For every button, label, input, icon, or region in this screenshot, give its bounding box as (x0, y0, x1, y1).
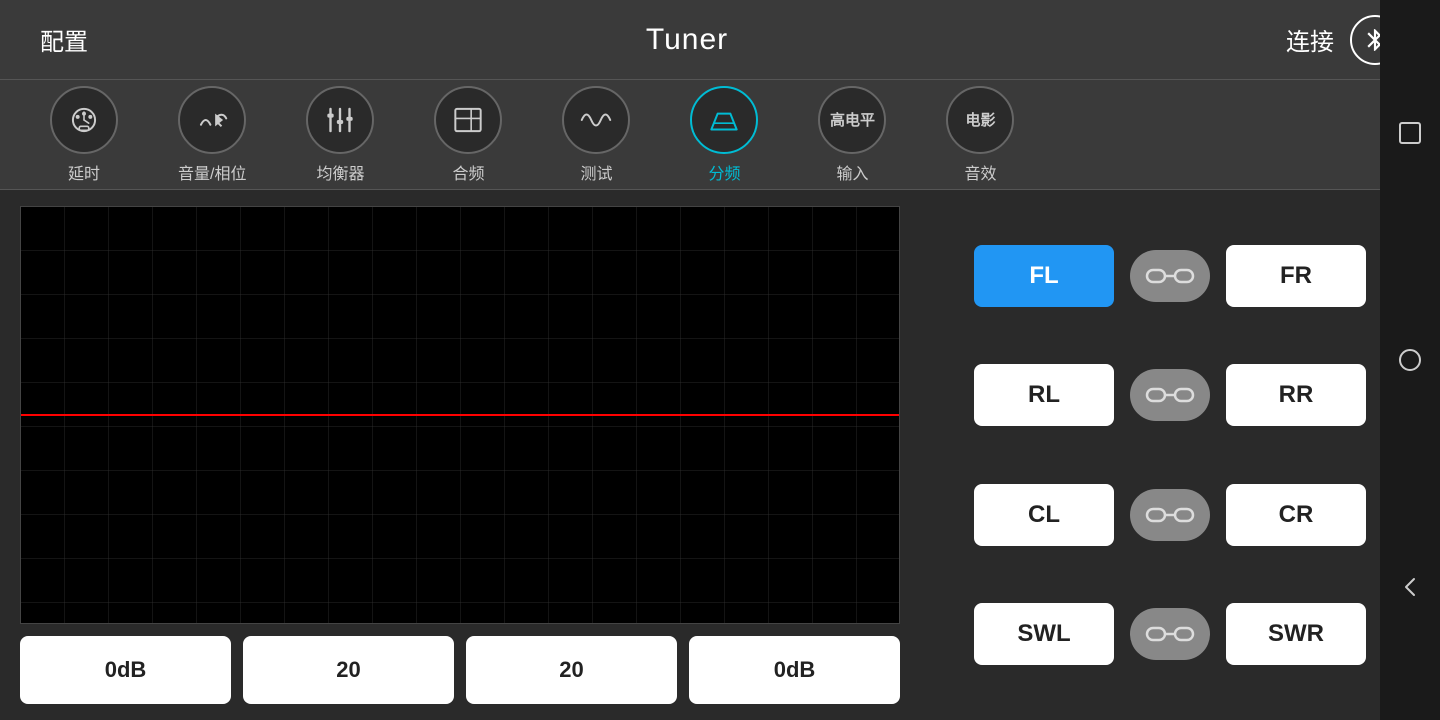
swl-swr-link-button[interactable] (1130, 608, 1210, 660)
test-icon (562, 86, 630, 154)
test-label: 测试 (580, 160, 612, 184)
config-button[interactable]: 配置 (40, 22, 88, 57)
header-left: 配置 (40, 22, 88, 57)
navbar: 延时 音量/相位 均衡器 (0, 80, 1440, 190)
nav-item-volume-phase[interactable]: 音量/相位 (148, 86, 276, 184)
nav-item-delay[interactable]: 延时 (20, 86, 148, 184)
nav-item-crossover[interactable]: 分频 (660, 86, 788, 184)
rl-rr-link-button[interactable] (1130, 369, 1210, 421)
right-panel: FL FR RL (920, 206, 1420, 704)
effects-label: 音效 (964, 160, 996, 184)
nav-item-test[interactable]: 测试 (532, 86, 660, 184)
android-back-button[interactable] (1392, 569, 1428, 605)
rl-button[interactable]: RL (974, 364, 1114, 426)
bottom-controls: 0dB 20 20 0dB (20, 636, 900, 704)
side-navigation (1380, 0, 1440, 720)
graph-grid-svg (21, 207, 899, 623)
main-content: 0dB 20 20 0dB FL (0, 190, 1440, 720)
cl-button[interactable]: CL (974, 484, 1114, 546)
crossover-icon (690, 86, 758, 154)
input-label: 输入 (836, 160, 868, 184)
nav-item-input[interactable]: 高电平 输入 (788, 86, 916, 184)
fl-button[interactable]: FL (974, 245, 1114, 307)
swl-button[interactable]: SWL (974, 603, 1114, 665)
volume-phase-label: 音量/相位 (178, 160, 246, 184)
channel-row-swl-swr: SWL SWR (920, 603, 1420, 665)
db-right-button[interactable]: 0dB (689, 636, 900, 704)
android-square-button[interactable] (1392, 115, 1428, 151)
equalizer-icon (306, 86, 374, 154)
rr-button[interactable]: RR (1226, 364, 1366, 426)
freq-low-button[interactable]: 20 (243, 636, 454, 704)
fl-fr-link-button[interactable] (1130, 250, 1210, 302)
swr-button[interactable]: SWR (1226, 603, 1366, 665)
android-home-button[interactable] (1392, 342, 1428, 378)
delay-label: 延时 (68, 160, 100, 184)
frequency-graph (20, 206, 900, 624)
delay-icon (50, 86, 118, 154)
header: 配置 Tuner 连接 (0, 0, 1440, 80)
nav-item-equalizer[interactable]: 均衡器 (276, 86, 404, 184)
header-title: Tuner (646, 23, 728, 57)
connect-label: 连接 (1286, 22, 1334, 57)
freq-high-button[interactable]: 20 (466, 636, 677, 704)
nav-item-effects[interactable]: 电影 音效 (916, 86, 1044, 184)
crossover-sum-icon (434, 86, 502, 154)
db-left-button[interactable]: 0dB (20, 636, 231, 704)
channel-row-fl-fr: FL FR (920, 245, 1420, 307)
input-icon: 高电平 (818, 86, 886, 154)
channel-row-rl-rr: RL RR (920, 364, 1420, 426)
nav-item-crossover-sum[interactable]: 合频 (404, 86, 532, 184)
equalizer-label: 均衡器 (316, 160, 364, 184)
effects-icon: 电影 (946, 86, 1014, 154)
graph-container: 0dB 20 20 0dB (20, 206, 900, 704)
crossover-label: 分频 (708, 160, 740, 184)
crossover-sum-label: 合频 (452, 160, 484, 184)
fr-button[interactable]: FR (1226, 245, 1366, 307)
volume-phase-icon (178, 86, 246, 154)
channel-row-cl-cr: CL CR (920, 484, 1420, 546)
cl-cr-link-button[interactable] (1130, 489, 1210, 541)
cr-button[interactable]: CR (1226, 484, 1366, 546)
